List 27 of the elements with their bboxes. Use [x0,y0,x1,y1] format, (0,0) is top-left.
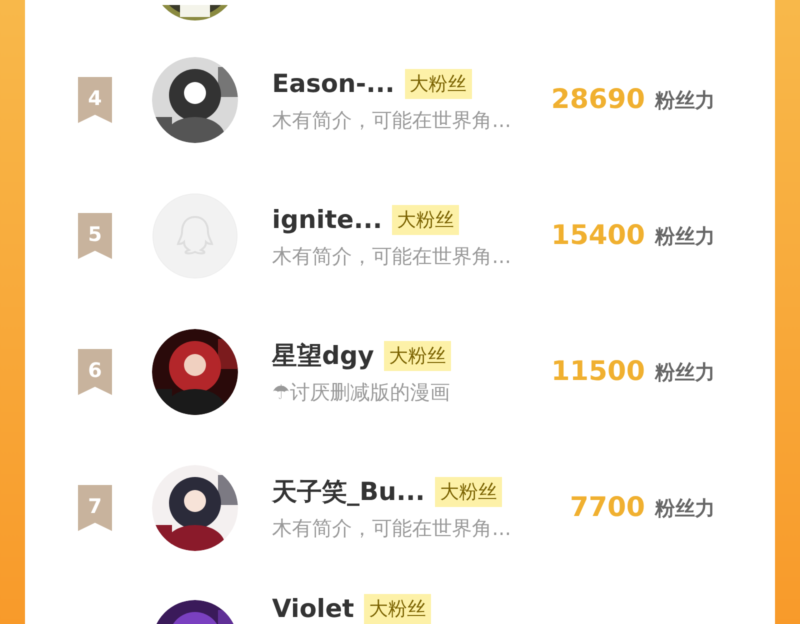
score-unit: 粉丝力 [655,223,715,250]
score-unit: 粉丝力 [655,359,715,386]
user-name: ignite... [272,204,382,236]
user-bio: 木有简介，可能在世界角... [272,514,512,542]
user-name: Eason-... [272,68,395,100]
rank-ribbon: 6 [78,349,112,395]
fan-level-tag: 大粉丝 [364,594,432,624]
fan-score: 15400 [550,218,645,253]
score-unit: 粉丝力 [655,495,715,522]
user-bio: 木有简介，可能在世界角... [272,106,512,134]
fan-score: 11500 [550,354,645,389]
rank-ribbon: 4 [78,77,112,123]
user-bio: 木有简介，可能在世界角... [272,242,512,270]
fan-level-tag: 大粉丝 [434,476,502,508]
avatar-icon [152,193,238,279]
fan-score: 28690 [550,82,645,117]
fan-level-tag: 大粉丝 [404,68,472,100]
fan-level-tag: 大粉丝 [384,340,452,372]
user-name: 星望dgy [272,340,374,372]
user-name: 天子笑_Bu... [272,476,425,508]
rank-ribbon: 5 [78,213,112,259]
user-bio: ☂讨厌删减版的漫画 [272,378,451,406]
rank-ribbon: 7 [78,485,112,531]
user-name: Violet [272,593,354,624]
fan-level-tag: 大粉丝 [392,204,460,236]
fan-score: 7700 [568,490,645,525]
score-unit: 粉丝力 [655,87,715,114]
